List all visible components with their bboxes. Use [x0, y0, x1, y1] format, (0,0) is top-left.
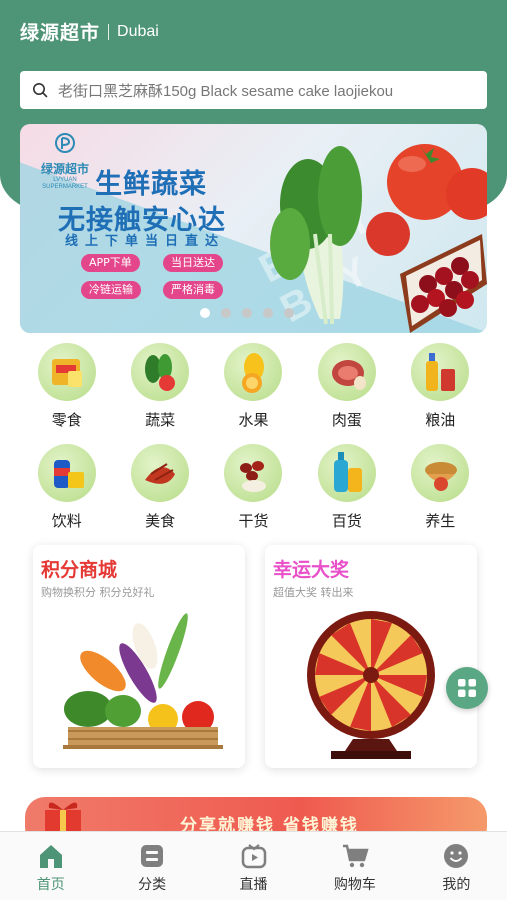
- pagination-dot[interactable]: [221, 308, 231, 318]
- vegetables-icon: [131, 343, 190, 401]
- pagination-dot[interactable]: [200, 308, 210, 318]
- search-icon: [33, 83, 48, 98]
- household-icon: [317, 444, 376, 502]
- category-grid: 零食 蔬菜 水果 肉蛋 粮油 饮料 美食 干货 百货 养生: [20, 343, 487, 531]
- tab-label: 直播: [239, 877, 268, 893]
- banner-tag: 严格消毒: [163, 281, 223, 299]
- category-vegetables[interactable]: 蔬菜: [113, 343, 206, 430]
- category-fruit[interactable]: 水果: [207, 343, 300, 430]
- category-label: 水果: [238, 411, 269, 429]
- category-label: 养生: [425, 512, 456, 530]
- gift-icon: [45, 802, 81, 832]
- pagination-dot[interactable]: [242, 308, 252, 318]
- cuisine-icon: [131, 444, 190, 502]
- category-health[interactable]: 养生: [394, 444, 487, 531]
- promo-banner[interactable]: EASY BUY 绿源超市 LVYUAN SUPERMARKET 生鲜蔬菜 无接…: [20, 124, 487, 333]
- grid-icon: [458, 679, 476, 697]
- category-drinks[interactable]: 饮料: [20, 444, 113, 531]
- banner-logo-cn: 绿源超市: [40, 162, 89, 176]
- bottom-tab-bar: 首页 分类 直播 购物车 我的: [0, 831, 507, 900]
- tab-profile[interactable]: 我的: [406, 832, 507, 900]
- drinks-icon: [37, 444, 96, 502]
- dried-goods-icon: [224, 444, 283, 502]
- fruit-icon: [224, 343, 283, 401]
- category-household[interactable]: 百货: [300, 444, 393, 531]
- banner-tag: 当日送达: [163, 254, 223, 272]
- search-placeholder: 老街口黑芝麻酥150g Black sesame cake laojiekou: [58, 82, 394, 100]
- pagination-dot[interactable]: [263, 308, 273, 318]
- banner-title-line1: 生鲜蔬菜: [95, 169, 207, 200]
- app-logo-text: 绿源超市: [20, 22, 101, 44]
- brand-logo-icon: [55, 133, 75, 153]
- brand-divider: [108, 23, 110, 40]
- health-icon: [411, 444, 470, 502]
- banner-subtitle: 线上下单当日直达: [65, 234, 226, 249]
- category-label: 美食: [145, 512, 176, 530]
- grain-oil-icon: [411, 343, 470, 401]
- category-dried-goods[interactable]: 干货: [207, 444, 300, 531]
- tab-label: 分类: [138, 877, 167, 893]
- search-bar[interactable]: 老街口黑芝麻酥150g Black sesame cake laojiekou: [20, 71, 487, 109]
- banner-logo: 绿源超市 LVYUAN SUPERMARKET: [30, 132, 100, 191]
- tab-label: 购物车: [333, 877, 376, 893]
- tab-category[interactable]: 分类: [101, 832, 202, 900]
- banner-tag: APP下单: [81, 254, 140, 272]
- category-meat-eggs[interactable]: 肉蛋: [300, 343, 393, 430]
- category-label: 肉蛋: [331, 411, 362, 429]
- profile-icon: [444, 844, 469, 868]
- category-label: 饮料: [51, 512, 82, 530]
- category-label: 零食: [51, 411, 82, 429]
- tab-label: 首页: [36, 877, 65, 893]
- meat-eggs-icon: [317, 343, 376, 401]
- category-grain-oil[interactable]: 粮油: [394, 343, 487, 430]
- points-mall-subtitle: 购物换积分 积分兑好礼: [41, 586, 155, 599]
- tab-home[interactable]: 首页: [0, 832, 101, 900]
- category-label: 百货: [331, 512, 362, 530]
- live-icon: [241, 844, 266, 869]
- category-cuisine[interactable]: 美食: [113, 444, 206, 531]
- grid-menu-button[interactable]: [446, 667, 488, 709]
- category-snacks[interactable]: 零食: [20, 343, 113, 430]
- tab-cart[interactable]: 购物车: [304, 832, 405, 900]
- category-icon: [141, 845, 164, 867]
- lucky-draw-card[interactable]: 幸运大奖 超值大奖 转出来: [265, 545, 477, 768]
- snacks-icon: [37, 343, 96, 401]
- category-label: 蔬菜: [145, 411, 176, 429]
- banner-logo-en: LVYUAN SUPERMARKET: [42, 177, 88, 190]
- city-selector[interactable]: Dubai: [117, 23, 159, 41]
- points-mall-title: 积分商城: [41, 559, 118, 581]
- banner-tag: 冷链运输: [81, 281, 141, 299]
- tab-label: 我的: [442, 877, 471, 893]
- banner-pagination[interactable]: [200, 308, 294, 318]
- vegetable-basket-illustration: [63, 613, 223, 749]
- tab-live[interactable]: 直播: [203, 832, 304, 900]
- lucky-draw-subtitle: 超值大奖 转出来: [273, 586, 354, 599]
- pagination-dot[interactable]: [284, 308, 294, 318]
- lucky-draw-title: 幸运大奖: [273, 559, 350, 581]
- home-icon: [39, 845, 62, 868]
- fresh-produce-illustration: [270, 144, 487, 333]
- category-label: 干货: [238, 512, 269, 530]
- brand-bar: 绿源超市 Dubai: [20, 18, 159, 45]
- category-label: 粮油: [425, 411, 456, 429]
- points-mall-card[interactable]: 积分商城 购物换积分 积分兑好礼: [33, 545, 245, 768]
- cart-icon: [342, 844, 369, 868]
